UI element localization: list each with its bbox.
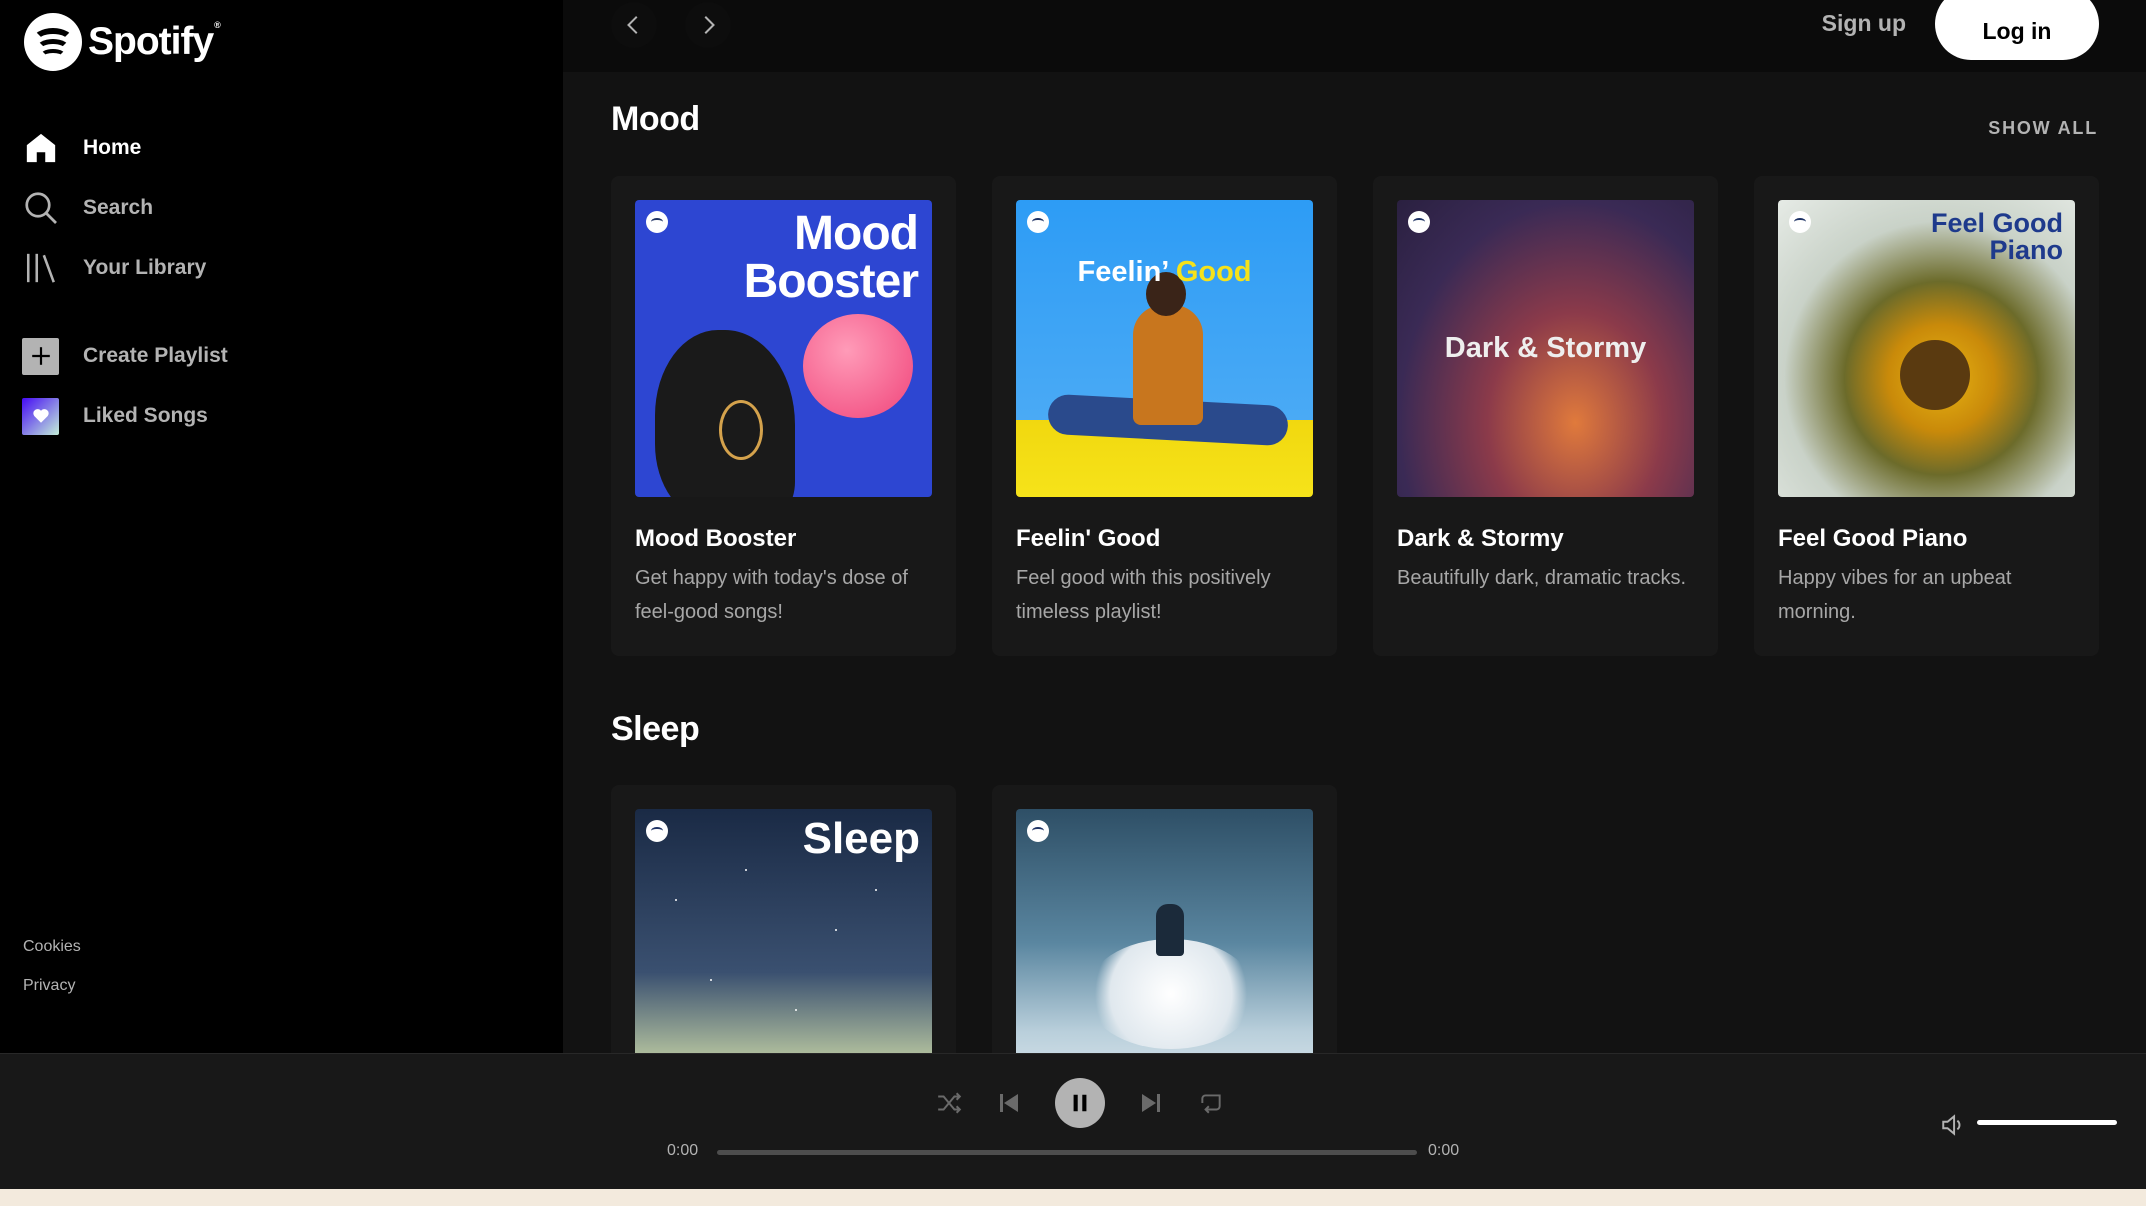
shuffle-icon [938,1092,962,1114]
previous-button[interactable] [993,1087,1025,1119]
sign-up-button[interactable]: Sign up [1822,10,1906,37]
nav-item-label: Your Library [83,256,207,279]
section-title-mood: Mood [611,100,700,138]
spotify-mini-icon [1408,211,1430,233]
chevron-right-icon [704,16,715,34]
cover-title: Feel Good Piano [1930,208,2063,265]
shuffle-button[interactable] [933,1087,965,1119]
playlist-cover: Sleep [635,809,932,1053]
forward-button[interactable] [685,2,731,48]
playlist-card-mood-booster[interactable]: Mood Booster Mood Booster Get happy with… [611,176,956,656]
legal-links: Cookies Privacy [23,938,81,1016]
top-bar: Sign up Log in [563,0,2146,72]
playlist-cover: Feel Good Piano [1778,200,2075,497]
playlist-card-sleep[interactable]: Sleep [611,785,956,1053]
volume-slider[interactable] [1977,1120,2117,1125]
playback-controls [919,1078,1241,1128]
progress-bar[interactable] [717,1150,1417,1155]
search-icon [22,189,60,227]
bottom-strip [0,1189,2146,1206]
repeat-button[interactable] [1195,1087,1227,1119]
playlist-cover [1016,809,1313,1053]
nav-item-home[interactable]: Home [22,118,522,178]
sidebar: Spotify® Home Search Your Library Create… [0,0,563,1053]
section-title-sleep: Sleep [611,710,700,748]
nav-item-search[interactable]: Search [22,178,522,238]
next-button[interactable] [1135,1087,1167,1119]
main-content: Mood SHOW ALL Mood Booster Mood Booster … [563,72,2146,1053]
now-playing-bar: 0:00 0:00 [0,1053,2146,1189]
spotify-mini-icon [1027,211,1049,233]
spotify-logo-icon [24,13,82,71]
playlist-cover: Feelin’ Good [1016,200,1313,497]
pause-icon [1073,1094,1087,1112]
privacy-link[interactable]: Privacy [23,977,81,995]
spotify-mini-icon [1027,820,1049,842]
library-actions: Create Playlist Liked Songs [22,326,522,446]
spotify-mini-icon [646,211,668,233]
cover-title: Mood Booster [743,207,919,308]
show-all-link[interactable]: SHOW ALL [1988,118,2098,139]
create-playlist-button[interactable]: Create Playlist [22,326,522,386]
cover-title: Dark & Stormy [1444,332,1647,364]
home-icon [22,129,60,167]
cover-title: Sleep [802,814,920,863]
playlist-card-feelin-good[interactable]: Feelin’ Good Feelin' Good Feel good with… [992,176,1337,656]
chevron-left-icon [627,16,638,34]
create-playlist-label: Create Playlist [83,344,228,367]
playlist-cover: Mood Booster [635,200,932,497]
nav-item-library[interactable]: Your Library [22,238,522,298]
repeat-icon [1201,1094,1221,1114]
card-title: Feel Good Piano [1778,525,1968,552]
card-description: Happy vibes for an upbeat morning. [1778,567,2012,623]
log-in-button[interactable]: Log in [1935,0,2099,60]
skip-forward-icon [1142,1094,1160,1112]
back-button[interactable] [611,2,657,48]
nav-item-label: Search [83,196,154,219]
playlist-card-dark-stormy[interactable]: Dark & Stormy Dark & Stormy Beautifully … [1373,176,1718,656]
main-nav: Home Search Your Library [22,118,522,298]
playlist-card-sleep-2[interactable] [992,785,1337,1053]
card-title: Mood Booster [635,525,797,552]
spotify-logo[interactable]: Spotify® [24,13,221,71]
card-description: Beautifully dark, dramatic tracks. [1397,567,1686,589]
spotify-wordmark: Spotify® [88,20,221,63]
card-title: Dark & Stormy [1397,525,1564,552]
skip-back-icon [1000,1094,1018,1112]
plus-icon [22,337,59,375]
playlist-cover: Dark & Stormy [1397,200,1694,497]
speaker-icon [1942,1114,1961,1136]
current-time: 0:00 [667,1142,699,1159]
duration: 0:00 [1428,1142,1460,1159]
library-icon [22,249,60,287]
sleep-row: Sleep [611,785,1373,1053]
spotify-mini-icon [646,820,668,842]
pause-button[interactable] [1055,1078,1105,1128]
nav-item-label: Home [83,136,142,159]
card-description: Get happy with today's dose of feel-good… [635,567,908,623]
heart-icon [22,397,59,435]
playlist-card-feel-good-piano[interactable]: Feel Good Piano Feel Good Piano Happy vib… [1754,176,2099,656]
cover-title: Feelin’ Good [1077,256,1252,288]
mood-row: Mood Booster Mood Booster Get happy with… [611,176,2135,656]
cookies-link[interactable]: Cookies [23,938,81,956]
card-description: Feel good with this positively timeless … [1016,567,1271,623]
card-title: Feelin' Good [1016,525,1161,552]
volume-button[interactable] [1940,1112,1966,1143]
liked-songs-button[interactable]: Liked Songs [22,386,522,446]
liked-songs-label: Liked Songs [83,404,208,427]
spotify-mini-icon [1789,211,1811,233]
